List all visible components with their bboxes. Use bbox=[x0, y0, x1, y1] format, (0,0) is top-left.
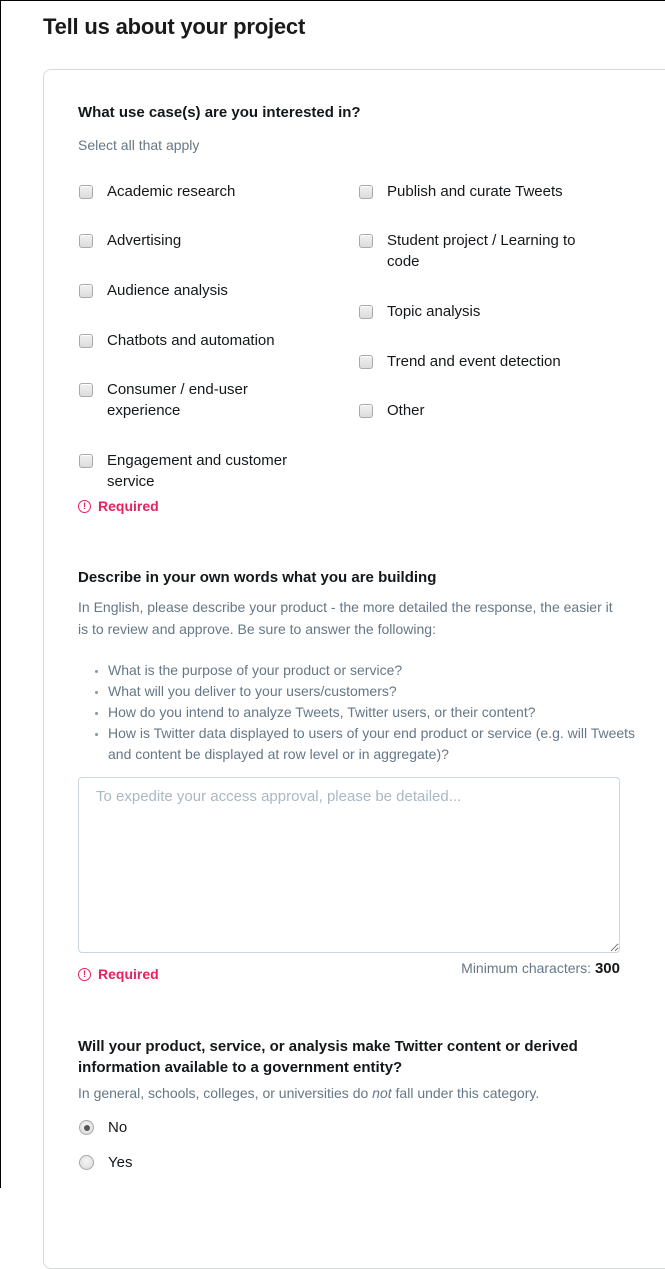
use-case-required-error: ! Required bbox=[78, 498, 159, 514]
description-hint: In English, please describe your product… bbox=[78, 599, 613, 637]
radio-yes[interactable]: Yes bbox=[79, 1154, 132, 1171]
description-question: Describe in your own words what you are … bbox=[78, 569, 437, 586]
checkbox-advertising[interactable]: Advertising bbox=[79, 232, 319, 251]
radio-label: No bbox=[108, 1119, 128, 1136]
government-question: Will your product, service, or analysis … bbox=[78, 1038, 578, 1076]
checkbox-consumer-experience[interactable]: Consumer / end-user experience bbox=[79, 381, 294, 421]
radio-label: Yes bbox=[108, 1154, 133, 1171]
checkbox-trend-event-detection[interactable]: Trend and event detection bbox=[359, 353, 599, 372]
hint-emphasis: not bbox=[372, 1085, 392, 1101]
hint-text: In general, schools, colleges, or univer… bbox=[78, 1085, 373, 1101]
checkbox-academic-research[interactable]: Academic research bbox=[79, 183, 319, 202]
project-description-textarea[interactable] bbox=[78, 777, 620, 953]
error-text: Required bbox=[98, 498, 159, 514]
checkbox-label: Consumer / end-user experience bbox=[107, 381, 248, 419]
use-case-hint: Select all that apply bbox=[78, 137, 200, 153]
checkbox-icon[interactable] bbox=[79, 454, 93, 468]
use-case-question: What use case(s) are you interested in? bbox=[78, 104, 361, 121]
radio-no[interactable]: No bbox=[79, 1119, 127, 1136]
hint-text: fall under this category. bbox=[391, 1085, 540, 1101]
checkbox-topic-analysis[interactable]: Topic analysis bbox=[359, 303, 599, 322]
checkbox-label: Student project / Learning to code bbox=[387, 232, 576, 270]
checkbox-label: Trend and event detection bbox=[387, 353, 561, 370]
checkbox-label: Advertising bbox=[107, 232, 182, 249]
checkbox-icon[interactable] bbox=[79, 185, 93, 199]
error-text: Required bbox=[98, 966, 159, 982]
checkbox-icon[interactable] bbox=[359, 234, 373, 248]
checkbox-icon[interactable] bbox=[359, 305, 373, 319]
government-hint: In general, schools, colleges, or univer… bbox=[78, 1082, 638, 1104]
min-chars-value: 300 bbox=[594, 960, 620, 977]
description-guidelines-list: What is the purpose of your product or s… bbox=[78, 660, 638, 765]
checkbox-label: Academic research bbox=[107, 183, 236, 200]
checkbox-other[interactable]: Other bbox=[359, 402, 599, 421]
checkbox-label: Audience analysis bbox=[107, 282, 228, 299]
checkbox-engagement-customer-service[interactable]: Engagement and customer service bbox=[79, 452, 319, 492]
checkbox-publish-curate-tweets[interactable]: Publish and curate Tweets bbox=[359, 183, 599, 202]
checkbox-chatbots-automation[interactable]: Chatbots and automation bbox=[79, 332, 319, 351]
checkbox-label: Topic analysis bbox=[387, 303, 481, 320]
checkbox-icon[interactable] bbox=[359, 404, 373, 418]
checkbox-icon[interactable] bbox=[359, 355, 373, 369]
alert-circle-icon: ! bbox=[78, 499, 91, 513]
checkbox-label: Other bbox=[387, 402, 425, 419]
checkbox-icon[interactable] bbox=[79, 234, 93, 248]
guideline-item: What will you deliver to your users/cust… bbox=[108, 681, 638, 702]
radio-checked-icon[interactable] bbox=[79, 1120, 94, 1135]
min-chars-label: Minimum characters: bbox=[461, 960, 592, 976]
checkbox-icon[interactable] bbox=[79, 334, 93, 348]
radio-unchecked-icon[interactable] bbox=[79, 1155, 94, 1170]
checkbox-student-project[interactable]: Student project / Learning to code bbox=[359, 232, 609, 272]
checkbox-icon[interactable] bbox=[79, 284, 93, 298]
checkbox-label: Chatbots and automation bbox=[107, 332, 275, 349]
checkbox-icon[interactable] bbox=[359, 185, 373, 199]
minimum-characters: Minimum characters: 300 bbox=[461, 960, 620, 977]
guideline-item: How is Twitter data displayed to users o… bbox=[108, 723, 638, 765]
checkbox-audience-analysis[interactable]: Audience analysis bbox=[79, 282, 319, 301]
checkbox-icon[interactable] bbox=[79, 383, 93, 397]
checkbox-label: Publish and curate Tweets bbox=[387, 183, 563, 200]
guideline-item: What is the purpose of your product or s… bbox=[108, 660, 638, 681]
guideline-item: How do you intend to analyze Tweets, Twi… bbox=[108, 702, 638, 723]
page-title: Tell us about your project bbox=[43, 14, 306, 39]
description-required-error: ! Required bbox=[78, 966, 159, 982]
checkbox-label: Engagement and customer service bbox=[107, 452, 288, 490]
alert-circle-icon: ! bbox=[78, 967, 91, 981]
